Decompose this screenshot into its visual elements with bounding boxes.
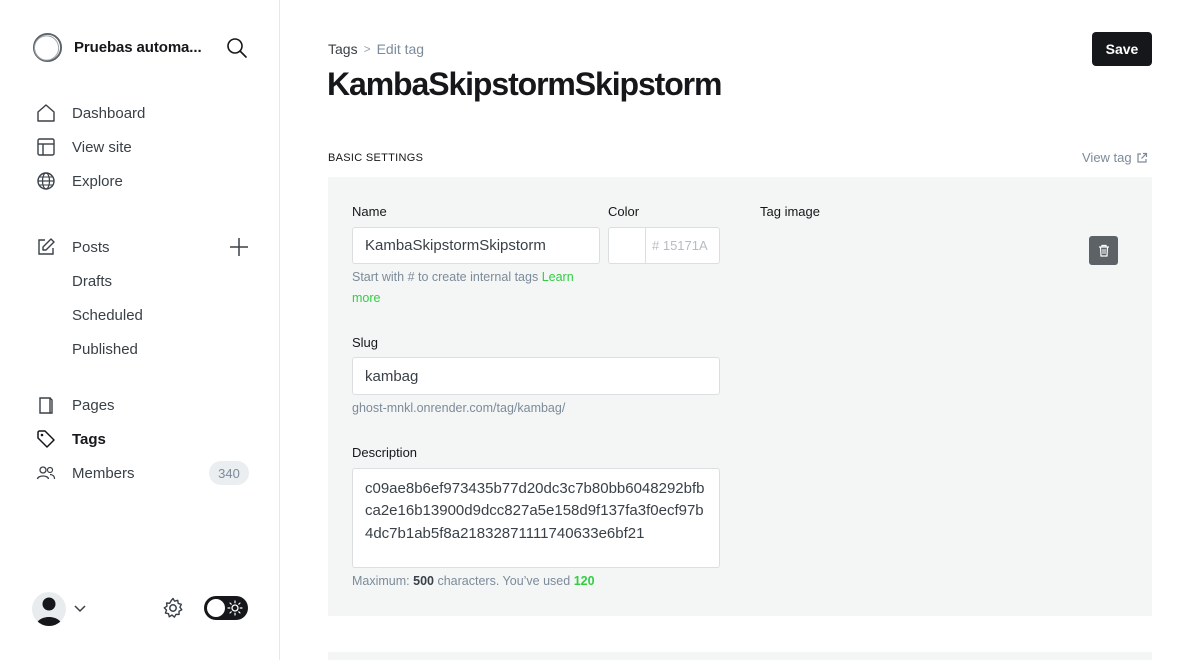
nav-scheduled[interactable]: Scheduled: [72, 303, 143, 327]
plus-icon: [230, 238, 248, 256]
nav-scheduled-label: Scheduled: [72, 306, 143, 324]
site-name: Pruebas automa...: [74, 39, 202, 56]
page-title: KambaSkipstormSkipstorm: [327, 66, 722, 102]
external-link-icon: [1137, 152, 1147, 163]
color-swatch[interactable]: [608, 227, 646, 264]
color-input[interactable]: # 15171A: [645, 227, 720, 264]
breadcrumb-separator: >: [363, 42, 371, 56]
save-button[interactable]: Save: [1092, 32, 1152, 66]
chevron-down-icon: [74, 605, 86, 613]
home-icon: [36, 103, 56, 123]
view-tag-link[interactable]: View tag: [1082, 150, 1148, 165]
search-button[interactable]: [226, 37, 248, 59]
nav-posts[interactable]: Posts: [36, 235, 110, 259]
members-count-badge: 340: [209, 461, 249, 485]
description-label: Description: [352, 445, 418, 460]
nav-pages[interactable]: Pages: [36, 393, 115, 417]
nav-dashboard[interactable]: Dashboard: [36, 101, 145, 125]
breadcrumb: Tags > Edit tag: [328, 41, 424, 57]
slug-label: Slug: [352, 335, 379, 350]
tag-icon: [36, 429, 56, 449]
tag-image-label: Tag image: [760, 204, 820, 219]
avatar[interactable]: [32, 592, 66, 626]
description-hint: Maximum: 500 characters. You’ve used 120: [352, 571, 595, 592]
name-hint-text: Start with # to create internal tags: [352, 270, 539, 284]
section-title: Basic settings: [328, 152, 424, 164]
site-logo-icon: [32, 32, 63, 63]
desc-hint-max: 500: [413, 574, 434, 588]
next-settings-panel: [328, 652, 1152, 660]
nav-drafts[interactable]: Drafts: [72, 269, 112, 293]
search-icon: [227, 38, 247, 58]
nav-pages-label: Pages: [72, 396, 115, 414]
nav-view-site[interactable]: View site: [36, 135, 132, 159]
nav-posts-label: Posts: [72, 238, 110, 256]
settings-button[interactable]: [161, 596, 185, 620]
name-label: Name: [352, 204, 387, 219]
nav-explore[interactable]: Explore: [36, 169, 123, 193]
nav-dashboard-label: Dashboard: [72, 104, 146, 122]
breadcrumb-current: Edit tag: [376, 41, 425, 57]
nav-tags[interactable]: Tags: [36, 427, 106, 451]
user-icon: [36, 597, 62, 626]
globe-icon: [36, 171, 56, 191]
desc-hint-used: 120: [573, 574, 595, 588]
name-hint: Start with # to create internal tags Lea…: [352, 267, 602, 309]
pages-icon: [36, 395, 56, 415]
account-menu-toggle[interactable]: [73, 601, 87, 615]
nav-members[interactable]: Members: [36, 461, 135, 485]
nav-published[interactable]: Published: [72, 337, 138, 361]
color-label: Color: [608, 204, 640, 219]
nav-explore-label: Explore: [72, 172, 123, 190]
nav-published-label: Published: [72, 340, 138, 358]
layout-icon: [36, 137, 56, 157]
description-textarea[interactable]: c09ae8b6ef973435b77d20dc3c7b80bb6048292b…: [352, 468, 720, 568]
nav-drafts-label: Drafts: [72, 272, 113, 290]
members-icon: [36, 463, 56, 483]
edit-icon: [36, 237, 56, 257]
view-tag-label: View tag: [1082, 150, 1132, 165]
slug-url-hint: ghost-mnkl.onrender.com/tag/kambag/: [352, 401, 566, 415]
sun-icon: [227, 600, 243, 616]
breadcrumb-tags-link[interactable]: Tags: [328, 41, 358, 57]
gear-icon: [163, 597, 183, 618]
new-post-button[interactable]: [228, 236, 250, 258]
desc-hint-prefix: Maximum:: [352, 574, 410, 588]
nav-tags-label: Tags: [72, 430, 106, 448]
sidebar: Pruebas automa... Dashboard View site Ex…: [0, 0, 280, 660]
name-input[interactable]: KambaSkipstormSkipstorm: [352, 227, 600, 264]
delete-image-button[interactable]: [1089, 236, 1118, 265]
toggle-knob: [207, 599, 225, 617]
trash-icon: [1098, 244, 1109, 257]
dark-mode-toggle[interactable]: [204, 596, 248, 620]
desc-hint-middle: characters. You’ve used: [437, 574, 571, 588]
nav-members-label: Members: [72, 464, 135, 482]
slug-input[interactable]: kambag: [352, 357, 720, 395]
nav-view-site-label: View site: [72, 138, 132, 156]
site-brand[interactable]: Pruebas automa...: [32, 32, 202, 63]
